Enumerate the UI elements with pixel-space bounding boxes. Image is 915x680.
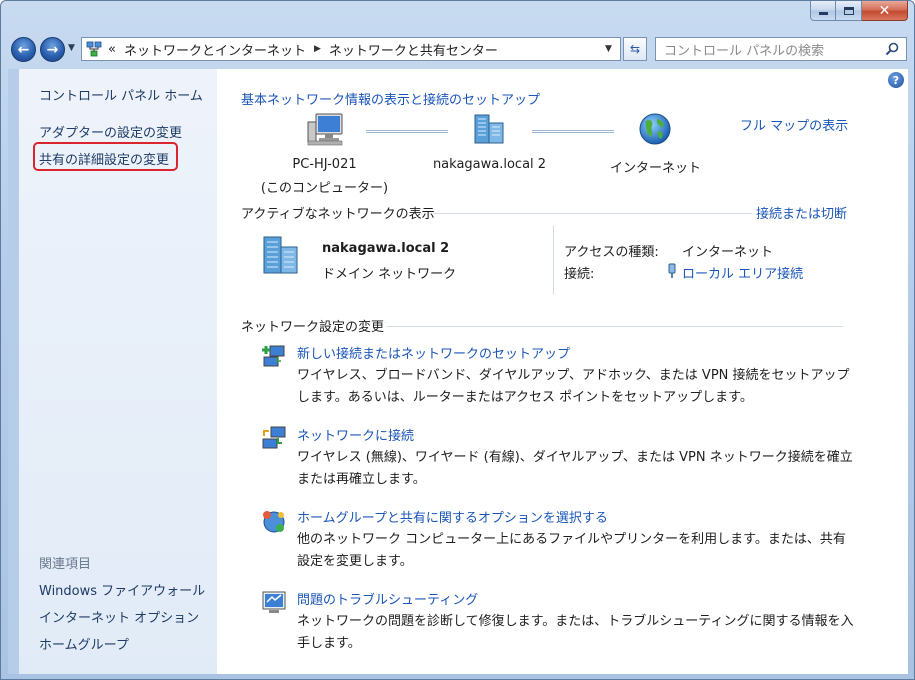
local-area-connection-link[interactable]: ローカル エリア接続: [682, 263, 803, 282]
breadcrumb-overflow[interactable]: «: [108, 42, 116, 57]
vertical-divider: [553, 226, 554, 294]
recent-pages-dropdown[interactable]: ▼: [68, 43, 75, 53]
network-folder-icon: [86, 41, 102, 57]
search-placeholder: コントロール パネルの検索: [664, 43, 825, 59]
map-internet-label: インターネット: [609, 161, 701, 176]
maximize-button[interactable]: [836, 1, 862, 21]
access-type-label: アクセスの種類:: [564, 245, 659, 260]
sidebar-change-adapter-settings[interactable]: アダプターの設定の変更: [39, 122, 182, 141]
task-connect-network-link[interactable]: ネットワークに接続: [297, 425, 414, 444]
address-history-dropdown[interactable]: ▼: [605, 44, 612, 54]
page-title: 基本ネットワーク情報の表示と接続のセットアップ: [241, 93, 541, 108]
globe-icon[interactable]: [638, 112, 672, 146]
task-new-connection-link[interactable]: 新しい接続またはネットワークのセットアップ: [297, 343, 570, 362]
search-input[interactable]: コントロール パネルの検索: [655, 37, 907, 61]
active-networks-heading: アクティブなネットワークの表示: [241, 207, 435, 222]
window-frame-left: [8, 69, 19, 674]
divider: [434, 213, 752, 214]
access-type-value: インターネット: [682, 245, 774, 260]
new-connection-icon: [262, 345, 285, 367]
sidebar-change-advanced-sharing[interactable]: 共有の詳細設定の変更: [39, 149, 169, 168]
homegroup-icon: [263, 511, 285, 533]
sidebar-homegroup[interactable]: ホームグループ: [39, 634, 129, 653]
breadcrumb-network-internet[interactable]: ネットワークとインターネット: [124, 40, 306, 59]
ethernet-icon: [668, 263, 676, 278]
connect-network-icon: [262, 426, 286, 449]
close-button[interactable]: ✕: [862, 1, 908, 21]
connection-label: 接続:: [564, 267, 595, 282]
minimize-icon: [818, 12, 828, 15]
breadcrumb-network-sharing-center[interactable]: ネットワークと共有センター: [329, 40, 498, 59]
navigation-bar: ← → ▼ « ネットワークとインターネット ▶ ネットワークと共有センター ▼…: [9, 36, 909, 64]
chevron-right-icon[interactable]: ▶: [314, 44, 321, 54]
close-icon: ✕: [878, 2, 891, 19]
domain-network-large-icon: [263, 236, 298, 274]
computer-icon: [307, 113, 343, 146]
related-heading: 関連項目: [39, 557, 92, 572]
back-button[interactable]: ←: [11, 37, 36, 62]
refresh-button[interactable]: ⇆: [623, 37, 647, 61]
map-connector: [532, 130, 614, 133]
address-bar[interactable]: « ネットワークとインターネット ▶ ネットワークと共有センター: [81, 37, 621, 61]
change-settings-heading: ネットワーク設定の変更: [241, 320, 385, 335]
task-homegroup-desc: 他のネットワーク コンピューター上にあるファイルやプリンターを利用します。または…: [297, 532, 846, 569]
task-connect-network-desc: ワイヤレス (無線)、ワイヤード (有線)、ダイヤルアップ、または VPN ネッ…: [297, 450, 853, 487]
map-connector: [366, 130, 448, 133]
divider: [387, 326, 843, 327]
sidebar-control-panel-home[interactable]: コントロール パネル ホーム: [39, 85, 203, 104]
active-network-type: ドメイン ネットワーク: [322, 267, 457, 282]
troubleshoot-icon: [262, 591, 286, 613]
map-network-name: nakagawa.local 2: [432, 157, 547, 172]
maximize-icon: [843, 6, 854, 15]
computer-name: PC-HJ-021: [292, 157, 357, 172]
full-map-link[interactable]: フル マップの表示: [740, 115, 848, 134]
arrow-left-icon: ←: [17, 41, 30, 58]
minimize-button[interactable]: [810, 1, 836, 21]
connect-disconnect-link[interactable]: 接続または切断: [756, 203, 847, 222]
task-new-connection-desc: ワイヤレス、ブロードバンド、ダイヤルアップ、アドホック、または VPN 接続をセ…: [297, 368, 850, 405]
main-content: ? 基本ネットワーク情報の表示と接続のセットアップ フル マップの表示 PC-H…: [217, 69, 908, 674]
sidebar-internet-options[interactable]: インターネット オプション: [39, 607, 199, 626]
task-troubleshoot-desc: ネットワークの問題を診断して修復します。または、トラブルシューティングに関する情…: [297, 614, 854, 651]
caption-buttons: ✕: [810, 1, 908, 21]
sidebar-windows-firewall[interactable]: Windows ファイアウォール: [39, 580, 205, 599]
domain-network-icon[interactable]: [471, 113, 507, 145]
computer-sub: (このコンピューター): [260, 181, 389, 196]
refresh-icon: ⇆: [629, 42, 641, 56]
help-icon[interactable]: ?: [888, 72, 904, 88]
task-homegroup-link[interactable]: ホームグループと共有に関するオプションを選択する: [297, 507, 608, 526]
search-icon[interactable]: [885, 42, 899, 56]
forward-button[interactable]: →: [40, 37, 65, 62]
sidebar: コントロール パネル ホーム アダプターの設定の変更 共有の詳細設定の変更 関連…: [19, 69, 217, 674]
task-troubleshoot-link[interactable]: 問題のトラブルシューティング: [297, 589, 478, 608]
active-network-name: nakagawa.local 2: [322, 241, 450, 256]
arrow-right-icon: →: [46, 41, 59, 58]
